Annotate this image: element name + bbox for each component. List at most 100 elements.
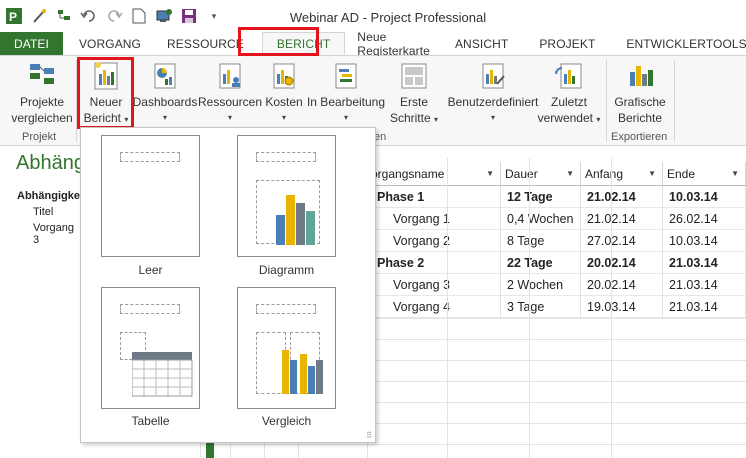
header-start[interactable]: Anfang ▼ xyxy=(581,162,663,186)
comparison-thumb-bars xyxy=(282,350,323,394)
graphic-label-1: Grafische xyxy=(614,95,666,109)
table-report-label: Tabelle xyxy=(131,414,170,428)
table-cell[interactable]: Phase 2 xyxy=(367,252,501,274)
new-report-gallery: Leer Diagramm Tabelle Vergleich ⠿ xyxy=(80,127,376,443)
left-panel-item-title[interactable]: Titel xyxy=(33,206,53,218)
tab-datei[interactable]: DATEI xyxy=(0,32,63,55)
table-cell[interactable]: 2 Wochen xyxy=(501,274,581,296)
table-cell[interactable]: Phase 1 xyxy=(367,186,501,208)
compare-label-2: vergleichen xyxy=(11,111,73,125)
filter-dropdown-icon[interactable]: ▼ xyxy=(486,169,494,178)
chevron-down-icon: ▾ xyxy=(227,113,232,122)
bericht-tab-highlight xyxy=(238,27,319,56)
compare-label-1: Projekte xyxy=(19,95,65,109)
table-cell[interactable]: 21.02.14 xyxy=(581,208,663,230)
table-cell[interactable]: 19.03.14 xyxy=(581,296,663,318)
header-duration[interactable]: Dauer ▼ xyxy=(501,162,581,186)
comparison-report-label: Vergleich xyxy=(261,414,312,428)
left-panel-item-task-number: 3 xyxy=(33,234,40,246)
table-cell[interactable]: Vorgang 1 xyxy=(367,208,501,230)
resources-button[interactable]: Ressourcen ▾ xyxy=(197,60,263,126)
dashboards-icon xyxy=(154,63,176,89)
in-progress-button[interactable]: In Bearbeitung ▾ xyxy=(306,60,386,126)
costs-button[interactable]: Kosten ▾ xyxy=(264,60,304,126)
tab-entwicklertools[interactable]: ENTWICKLERTOOLS xyxy=(615,32,746,55)
left-panel-item-task[interactable]: Vorgang xyxy=(33,222,74,234)
resize-grip-icon[interactable]: ⠿ xyxy=(366,431,372,440)
graphic-label-2: Berichte xyxy=(617,111,663,125)
group-separator xyxy=(674,60,675,142)
recent-icon xyxy=(555,63,582,89)
table-cell[interactable]: 21.03.14 xyxy=(663,252,746,274)
table-cell[interactable]: 10.03.14 xyxy=(663,230,746,252)
grid-column-line xyxy=(529,158,530,458)
grid-line xyxy=(200,444,746,445)
custom-button[interactable]: Benutzerdefiniert ▾ xyxy=(442,60,544,126)
blank-report-label: Leer xyxy=(138,263,163,277)
table-cell[interactable]: Vorgang 2 xyxy=(367,230,501,252)
chevron-down-icon: ▾ xyxy=(281,113,286,122)
dashboards-button[interactable]: Dashboards ▾ xyxy=(132,60,198,126)
first-steps-button[interactable]: Erste Schritte ▾ xyxy=(388,60,440,128)
window-title: Webinar AD - Project Professional xyxy=(289,10,487,25)
table-cell[interactable]: 21.03.14 xyxy=(663,274,746,296)
table-cell[interactable]: 3 Tage xyxy=(501,296,581,318)
graphic-reports-icon xyxy=(630,66,653,86)
dashboards-label: Dashboards xyxy=(132,95,198,109)
compare-projects-icon xyxy=(30,64,54,84)
costs-icon xyxy=(273,63,295,89)
table-cell[interactable]: 22 Tage xyxy=(501,252,581,274)
table-cell[interactable]: 0,4 Wochen xyxy=(501,208,581,230)
group-separator xyxy=(606,60,607,142)
recent-button[interactable]: Zuletzt verwendet ▾ xyxy=(534,60,604,128)
filter-dropdown-icon[interactable]: ▼ xyxy=(566,169,574,178)
resources-label: Ressourcen xyxy=(197,95,263,109)
table-report-thumbnail[interactable] xyxy=(101,287,200,409)
table-cell[interactable]: 26.02.14 xyxy=(663,208,746,230)
header-task-name[interactable]: organgsname ▼ xyxy=(367,162,501,186)
table-cell[interactable]: 20.02.14 xyxy=(581,274,663,296)
table-cell[interactable]: 27.02.14 xyxy=(581,230,663,252)
left-panel-heading: Abhängigke xyxy=(17,190,80,202)
new-report-highlight xyxy=(77,57,134,129)
chart-report-thumbnail[interactable] xyxy=(237,135,336,257)
resources-icon xyxy=(219,63,241,89)
table-cell[interactable]: 10.03.14 xyxy=(663,186,746,208)
first-steps-icon xyxy=(401,63,427,89)
header-end[interactable]: Ende ▼ xyxy=(663,162,746,186)
group-label-project: Projekt xyxy=(22,131,57,143)
group-label-export: Exportieren xyxy=(611,131,668,143)
chevron-down-icon: ▾ xyxy=(343,113,348,122)
first-steps-label-2: Schritte ▾ xyxy=(389,111,439,125)
table-cell[interactable]: 21.02.14 xyxy=(581,186,663,208)
comparison-report-thumbnail[interactable] xyxy=(237,287,336,409)
blank-report-thumbnail[interactable] xyxy=(101,135,200,257)
filter-dropdown-icon[interactable]: ▼ xyxy=(648,169,656,178)
table-cell[interactable]: 8 Tage xyxy=(501,230,581,252)
tab-vorgang[interactable]: VORGANG xyxy=(63,32,156,55)
table-thumb-grid xyxy=(132,352,193,397)
tab-ansicht[interactable]: ANSICHT xyxy=(444,32,528,55)
first-steps-label-1: Erste xyxy=(399,95,428,109)
table-cell[interactable]: 12 Tage xyxy=(501,186,581,208)
table-cell[interactable]: 20.02.14 xyxy=(581,252,663,274)
grid-column-line xyxy=(447,158,448,458)
costs-label: Kosten xyxy=(265,95,303,109)
custom-icon xyxy=(482,63,505,89)
table-cell[interactable]: Vorgang 4 xyxy=(367,296,501,318)
table-cell[interactable]: 21.03.14 xyxy=(663,296,746,318)
recent-label-1: Zuletzt xyxy=(550,95,587,109)
filter-dropdown-icon[interactable]: ▼ xyxy=(731,169,739,178)
graphic-reports-button[interactable]: Grafische Berichte xyxy=(610,60,670,126)
chevron-down-icon: ▾ xyxy=(490,113,495,122)
tab-neue-registerkarte[interactable]: Neue Registerkarte xyxy=(345,30,444,58)
table-cell[interactable]: Vorgang 3 xyxy=(367,274,501,296)
chart-report-label: Diagramm xyxy=(258,263,315,277)
tab-projekt[interactable]: PROJEKT xyxy=(528,32,615,55)
grid-column-line xyxy=(611,158,612,458)
chevron-down-icon: ▾ xyxy=(162,113,167,122)
compare-projects-button[interactable]: Projekte vergleichen xyxy=(11,60,73,126)
recent-label-2: verwendet ▾ xyxy=(537,111,601,125)
view-title: Abhäng xyxy=(16,152,85,174)
in-progress-label: In Bearbeitung xyxy=(306,95,386,109)
